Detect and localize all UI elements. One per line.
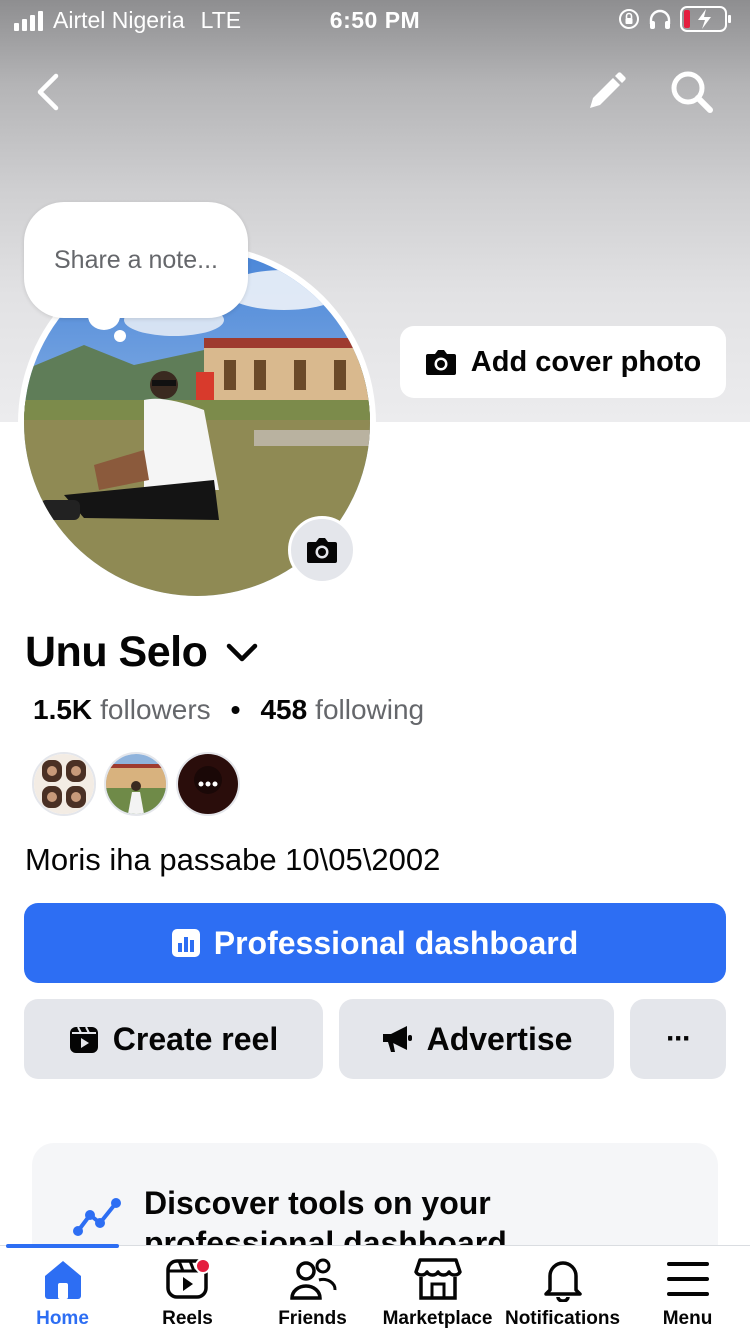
more-options-label: ··· bbox=[666, 1022, 692, 1055]
chevron-left-icon bbox=[37, 73, 59, 111]
friend-photo bbox=[106, 754, 166, 814]
professional-dashboard-label: Professional dashboard bbox=[213, 924, 579, 961]
chevron-down-icon[interactable] bbox=[225, 642, 259, 664]
search-icon bbox=[671, 71, 713, 113]
tab-friends[interactable]: Friends bbox=[250, 1254, 375, 1330]
add-cover-photo-button[interactable]: Add cover photo bbox=[400, 326, 726, 398]
friend-photo bbox=[34, 754, 94, 814]
friends-preview[interactable] bbox=[32, 752, 240, 816]
edit-profile-button[interactable] bbox=[584, 70, 628, 114]
tab-home-label: Home bbox=[36, 1308, 89, 1329]
marketplace-icon bbox=[413, 1254, 463, 1304]
tab-marketplace-label: Marketplace bbox=[382, 1308, 493, 1329]
search-button[interactable] bbox=[668, 68, 716, 116]
status-right bbox=[618, 6, 732, 32]
friends-icon bbox=[288, 1254, 338, 1304]
home-icon bbox=[38, 1254, 88, 1304]
active-tab-indicator bbox=[6, 1244, 119, 1248]
friend-avatar[interactable] bbox=[176, 752, 240, 816]
tab-home[interactable]: Home bbox=[0, 1254, 125, 1330]
reel-icon bbox=[69, 1026, 98, 1053]
professional-dashboard-button[interactable]: Professional dashboard bbox=[24, 903, 726, 983]
reels-icon bbox=[163, 1254, 213, 1304]
profile-name-row[interactable]: Unu Selo bbox=[25, 628, 259, 677]
tab-menu[interactable]: Menu bbox=[625, 1254, 750, 1330]
followers-count[interactable]: 1.5K bbox=[33, 694, 92, 726]
friend-photo bbox=[178, 754, 238, 814]
following-count[interactable]: 458 bbox=[260, 694, 307, 726]
megaphone-icon bbox=[382, 1026, 412, 1052]
tab-notifications[interactable]: Notifications bbox=[500, 1254, 625, 1330]
share-note-bubble[interactable]: Share a note... bbox=[24, 202, 248, 318]
dashboard-chart-icon bbox=[171, 929, 200, 957]
friend-avatar[interactable] bbox=[104, 752, 168, 816]
tab-marketplace[interactable]: Marketplace bbox=[375, 1254, 500, 1330]
menu-icon bbox=[663, 1254, 713, 1304]
tab-menu-label: Menu bbox=[662, 1308, 713, 1329]
follow-stats: 1.5K followers • 458 following bbox=[33, 694, 424, 726]
insights-graph-icon bbox=[73, 1198, 121, 1236]
more-options-button[interactable]: ··· bbox=[630, 999, 726, 1079]
tab-reels-label: Reels bbox=[162, 1308, 213, 1329]
advertise-button[interactable]: Advertise bbox=[339, 999, 614, 1079]
reels-notification-dot bbox=[194, 1258, 211, 1274]
advertise-label: Advertise bbox=[426, 1020, 573, 1057]
stats-separator: • bbox=[230, 694, 241, 725]
back-button[interactable] bbox=[28, 70, 68, 114]
change-profile-picture-button[interactable] bbox=[288, 516, 356, 584]
friend-avatar[interactable] bbox=[32, 752, 96, 816]
create-reel-button[interactable]: Create reel bbox=[24, 999, 323, 1079]
note-placeholder: Share a note... bbox=[53, 245, 218, 274]
add-cover-label: Add cover photo bbox=[470, 345, 702, 378]
status-bar: Airtel Nigeria LTE 6:50 PM bbox=[0, 0, 750, 40]
followers-label[interactable]: followers bbox=[100, 694, 210, 726]
camera-icon bbox=[425, 350, 456, 375]
following-label[interactable]: following bbox=[315, 694, 424, 726]
bottom-tab-bar: Home Reels Friends Marketplace Notificat… bbox=[0, 1244, 750, 1334]
profile-name: Unu Selo bbox=[25, 628, 208, 676]
pencil-icon bbox=[590, 72, 626, 108]
orientation-lock-icon bbox=[619, 9, 639, 29]
note-bubble-tail bbox=[88, 302, 120, 330]
profile-bio: Moris iha passabe 10\05\2002 bbox=[25, 842, 441, 877]
tab-notifications-label: Notifications bbox=[504, 1308, 621, 1329]
note-bubble-tail-dot bbox=[114, 330, 126, 342]
bell-icon bbox=[538, 1254, 588, 1304]
battery-icon bbox=[680, 6, 731, 32]
create-reel-label: Create reel bbox=[112, 1020, 279, 1057]
tab-friends-label: Friends bbox=[278, 1308, 347, 1329]
headphones-icon bbox=[649, 9, 671, 29]
camera-icon bbox=[307, 538, 337, 563]
tab-reels[interactable]: Reels bbox=[125, 1254, 250, 1330]
